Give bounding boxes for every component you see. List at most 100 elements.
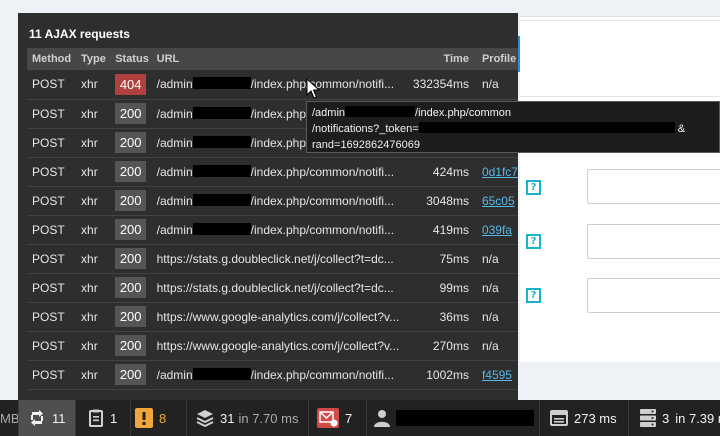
time-cell: 99ms bbox=[407, 273, 477, 303]
help-icon[interactable]: ? bbox=[526, 234, 541, 249]
url-cell[interactable]: /admin/index.php/common/notifi... bbox=[151, 360, 408, 390]
method-cell: POST bbox=[27, 186, 77, 216]
table-header-row: Method Type Status URL Time Profile bbox=[27, 48, 518, 70]
redaction-box bbox=[345, 106, 416, 117]
toolbar-ajax[interactable]: 11 bbox=[19, 400, 75, 436]
column-header-status[interactable]: Status bbox=[110, 48, 152, 70]
profile-cell: n/a bbox=[476, 302, 518, 332]
profile-cell[interactable]: 039fa bbox=[476, 215, 518, 245]
table-row[interactable]: POST xhr 200 https://www.google-analytics.c… bbox=[27, 331, 518, 361]
column-header-url[interactable]: URL bbox=[151, 48, 408, 70]
toolbar-time[interactable]: 273 ms bbox=[550, 400, 617, 436]
url-path: /index.php/common/notifi... bbox=[250, 367, 395, 382]
toolbar-warnings[interactable]: 8 bbox=[135, 400, 166, 436]
tooltip-text: /index.php/common bbox=[415, 107, 512, 119]
profile-link: n/a bbox=[481, 338, 499, 353]
user-icon bbox=[374, 409, 390, 427]
ajax-count: 11 bbox=[52, 410, 66, 426]
warnings-count: 8 bbox=[159, 410, 167, 426]
url-cell[interactable]: /admin/index.php/common/notifi... bbox=[151, 186, 408, 216]
table-row[interactable]: POST xhr 404/admin/index.php/common/notifi… bbox=[27, 70, 518, 100]
profile-cell[interactable]: 65c05 bbox=[476, 186, 518, 216]
status-cell: 200 bbox=[110, 302, 152, 332]
column-header-type[interactable]: Type bbox=[76, 48, 111, 70]
url-prefix: /admin bbox=[156, 193, 193, 208]
table-row[interactable]: POSTxhr200/admin/index.php/common/notifi… bbox=[27, 360, 518, 390]
status-badge: 200 bbox=[115, 306, 147, 327]
time-cell: 1002ms bbox=[407, 360, 477, 390]
profile-cell: n/a bbox=[476, 273, 518, 303]
url-cell[interactable]: /admin/index.php/common/notifi... bbox=[151, 157, 408, 187]
profile-cell[interactable]: f4595 bbox=[476, 360, 518, 390]
toolbar-user[interactable] bbox=[374, 400, 534, 436]
redaction-box bbox=[192, 164, 251, 177]
help-icon[interactable]: ? bbox=[526, 288, 541, 303]
toolbar-separator bbox=[308, 400, 309, 436]
status-badge: 200 bbox=[115, 132, 147, 153]
type-cell: xhr bbox=[76, 128, 111, 158]
profile-cell[interactable]: 0d1fc7 bbox=[476, 157, 518, 187]
form-input[interactable] bbox=[587, 169, 720, 204]
table-row[interactable]: POSTxhr200/admin/index.php/common/notifi… bbox=[27, 186, 518, 216]
status-badge: 200 bbox=[115, 161, 147, 182]
redaction-box bbox=[192, 193, 251, 206]
toolbar-database[interactable]: 31 in 7.70 ms bbox=[196, 400, 298, 436]
redaction-box bbox=[192, 222, 251, 235]
url-cell[interactable]: /admin/index.php/common/notifi... bbox=[151, 215, 408, 245]
status-badge: 404 bbox=[115, 73, 147, 95]
type-cell: xhr bbox=[76, 99, 111, 129]
url-cell[interactable]: https://stats.g.doubleclick.net/j/collec… bbox=[151, 273, 408, 303]
redaction-box bbox=[192, 106, 251, 119]
table-row[interactable]: POSTxhr200/admin/index.php/common/notifi… bbox=[27, 157, 518, 187]
toolbar-cache[interactable]: 3 in 7.39 m bbox=[640, 400, 720, 436]
form-input[interactable] bbox=[587, 224, 720, 259]
server-stack-icon bbox=[640, 409, 656, 427]
status-badge: 200 bbox=[115, 335, 147, 356]
column-header-method[interactable]: Method bbox=[27, 48, 77, 70]
debug-toolbar: MB 11 1 8 31 in 7.70 ms 7 273 ms 3 in 7.… bbox=[0, 400, 720, 436]
url-cell[interactable]: https://stats.g.doubleclick.net/j/collec… bbox=[151, 244, 408, 274]
status-cell: 200 bbox=[110, 360, 152, 390]
url-path: /index.php/common/notifi... bbox=[250, 222, 395, 237]
profile-link: n/a bbox=[481, 280, 499, 295]
redaction-box bbox=[192, 367, 251, 380]
tooltip-line: /notifications?_token= & bbox=[312, 121, 719, 137]
ajax-panel-title: 11 AJAX requests bbox=[29, 27, 130, 41]
status-cell: 200 bbox=[110, 157, 152, 187]
url-cell[interactable]: https://www.google-analytics.com/j/colle… bbox=[151, 331, 408, 361]
profile-link[interactable]: 0d1fc7 bbox=[482, 165, 518, 179]
redaction-box bbox=[192, 135, 251, 148]
type-cell: xhr bbox=[76, 215, 111, 245]
url-text: https://stats.g.doubleclick.net/j/collec… bbox=[156, 280, 394, 295]
status-cell: 200 bbox=[110, 331, 152, 361]
type-cell: xhr bbox=[76, 302, 111, 332]
toolbar-errors[interactable]: 7 bbox=[317, 400, 352, 436]
time-cell: 75ms bbox=[407, 244, 477, 274]
method-cell: POST bbox=[27, 70, 77, 100]
toolbar-memory[interactable]: MB bbox=[0, 400, 20, 436]
url-path: /index.php/common/notifi... bbox=[250, 77, 395, 92]
url-cell[interactable]: /admin/index.php/common/notifi... bbox=[151, 70, 408, 100]
form-input[interactable] bbox=[587, 278, 720, 313]
toolbar-forms[interactable]: 1 bbox=[88, 400, 117, 436]
table-row[interactable]: POSTxhr200/admin/index.php/common/notifi… bbox=[27, 215, 518, 245]
tooltip-text: /notifications?_token= bbox=[312, 123, 419, 135]
toolbar-separator bbox=[186, 400, 187, 436]
time-cell: 424ms bbox=[407, 157, 477, 187]
table-row[interactable]: POST xhr 200 https://stats.g.doubleclick.ne… bbox=[27, 244, 518, 274]
status-badge: 200 bbox=[115, 219, 147, 240]
profile-link: n/a bbox=[481, 251, 499, 266]
url-cell[interactable]: https://www.google-analytics.com/j/colle… bbox=[151, 302, 408, 332]
help-icon[interactable]: ? bbox=[526, 180, 541, 195]
profile-link[interactable]: 039fa bbox=[482, 223, 512, 237]
method-cell: POST bbox=[27, 331, 77, 361]
url-tooltip: /admin/index.php/common /notifications?_… bbox=[306, 101, 720, 153]
profile-link[interactable]: f4595 bbox=[482, 368, 512, 382]
table-row[interactable]: POST xhr 200 https://www.google-analytics.c… bbox=[27, 302, 518, 332]
profile-link[interactable]: 65c05 bbox=[482, 194, 515, 208]
column-header-profile[interactable]: Profile bbox=[476, 48, 518, 70]
profile-link: n/a bbox=[481, 77, 499, 92]
table-row[interactable]: POST xhr 200 https://stats.g.doubleclick.ne… bbox=[27, 273, 518, 303]
database-layers-icon bbox=[196, 409, 214, 427]
column-header-time[interactable]: Time bbox=[407, 48, 477, 70]
